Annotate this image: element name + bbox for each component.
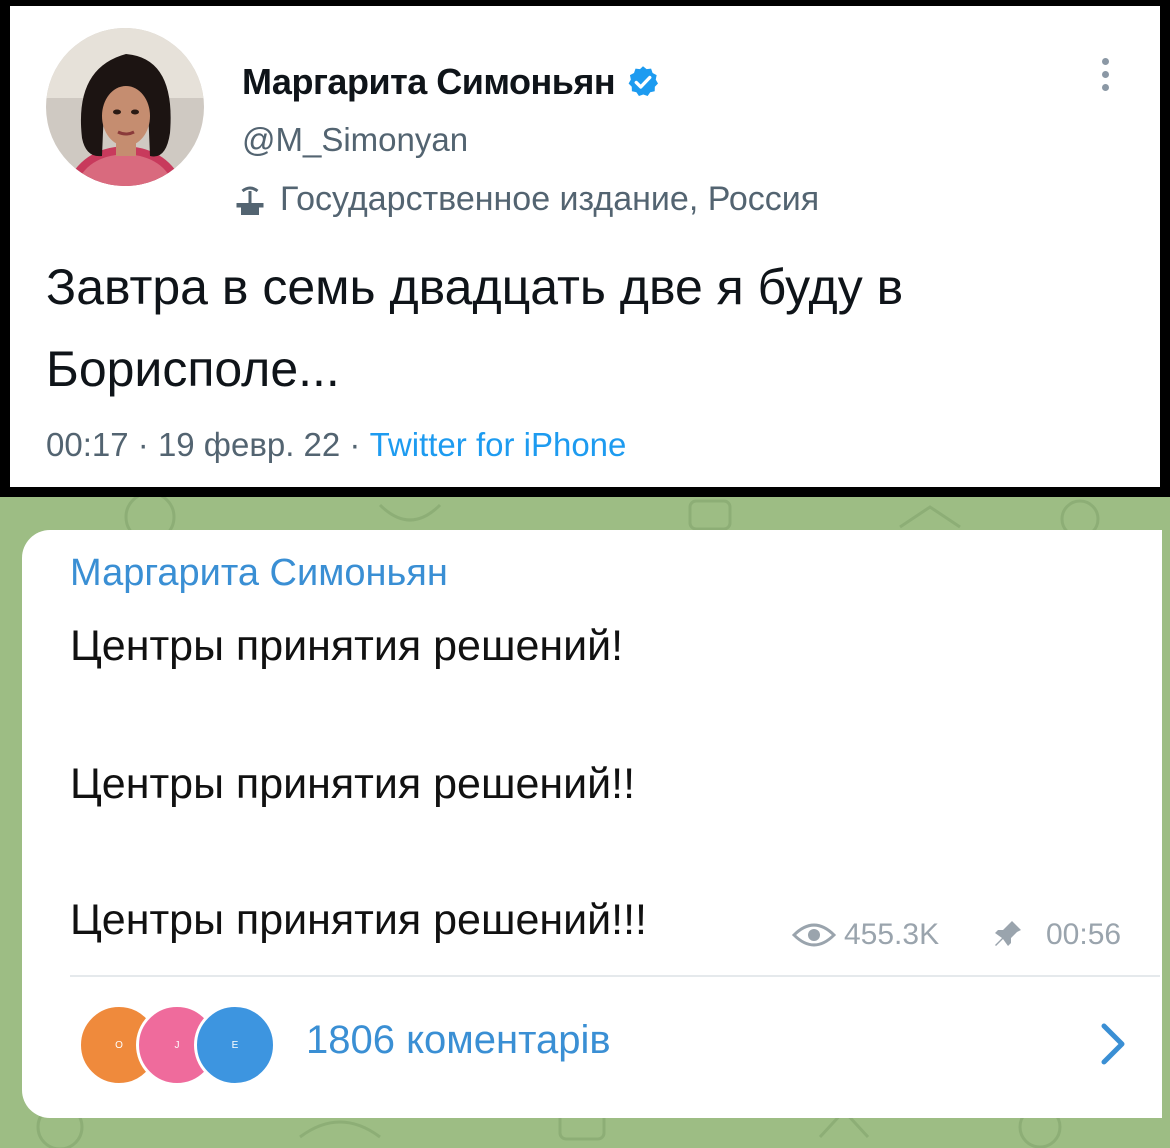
chevron-right-icon[interactable] [1098, 1020, 1128, 1068]
state-media-label-text: Государственное издание, Россия [280, 180, 820, 218]
tweet-time[interactable]: 00:17 [46, 426, 129, 463]
verified-badge-icon [628, 66, 659, 96]
message-line-2: Центры принятия решений!! [70, 760, 636, 808]
display-name[interactable]: Маргарита Симоньян [242, 61, 616, 103]
views-value: 455.3K [844, 918, 940, 951]
tweet-meta: 00:17 · 19 февр. 22 · Twitter for iPhone [46, 426, 626, 464]
author-row[interactable]: Маргарита Симоньян [242, 61, 661, 103]
handle[interactable]: @M_Simonyan [242, 121, 468, 159]
comments-link[interactable]: 1806 коментарів [306, 1018, 611, 1063]
more-options-icon[interactable] [1102, 58, 1110, 98]
commenter-avatars[interactable]: O J E [78, 1004, 278, 1086]
message-line-1: Центры принятия решений! [70, 622, 624, 670]
tweet-source[interactable]: Twitter for iPhone [370, 426, 627, 463]
message-line-3: Центры принятия решений!!! [70, 896, 647, 944]
tweet-date[interactable]: 19 февр. 22 [158, 426, 340, 463]
avatar[interactable] [46, 28, 204, 186]
commenter-avatar: E [194, 1004, 276, 1086]
channel-author[interactable]: Маргарита Симоньян [70, 552, 448, 595]
divider [70, 975, 1160, 977]
eye-icon [792, 923, 836, 947]
pin-icon [995, 921, 1021, 946]
state-media-podium-icon [236, 186, 264, 215]
state-media-label[interactable]: Государственное издание, Россия [232, 180, 819, 219]
tweet-card: Маргарита Симоньян @M_Simonyan Государст… [10, 6, 1160, 487]
meta-separator: · [349, 426, 370, 463]
message-time: 00:56 [1046, 918, 1122, 951]
views-count: 455.3K [792, 918, 939, 952]
meta-separator: · [137, 426, 158, 463]
tweet-text: Завтра в семь двадцать две я буду в Бори… [46, 259, 904, 397]
